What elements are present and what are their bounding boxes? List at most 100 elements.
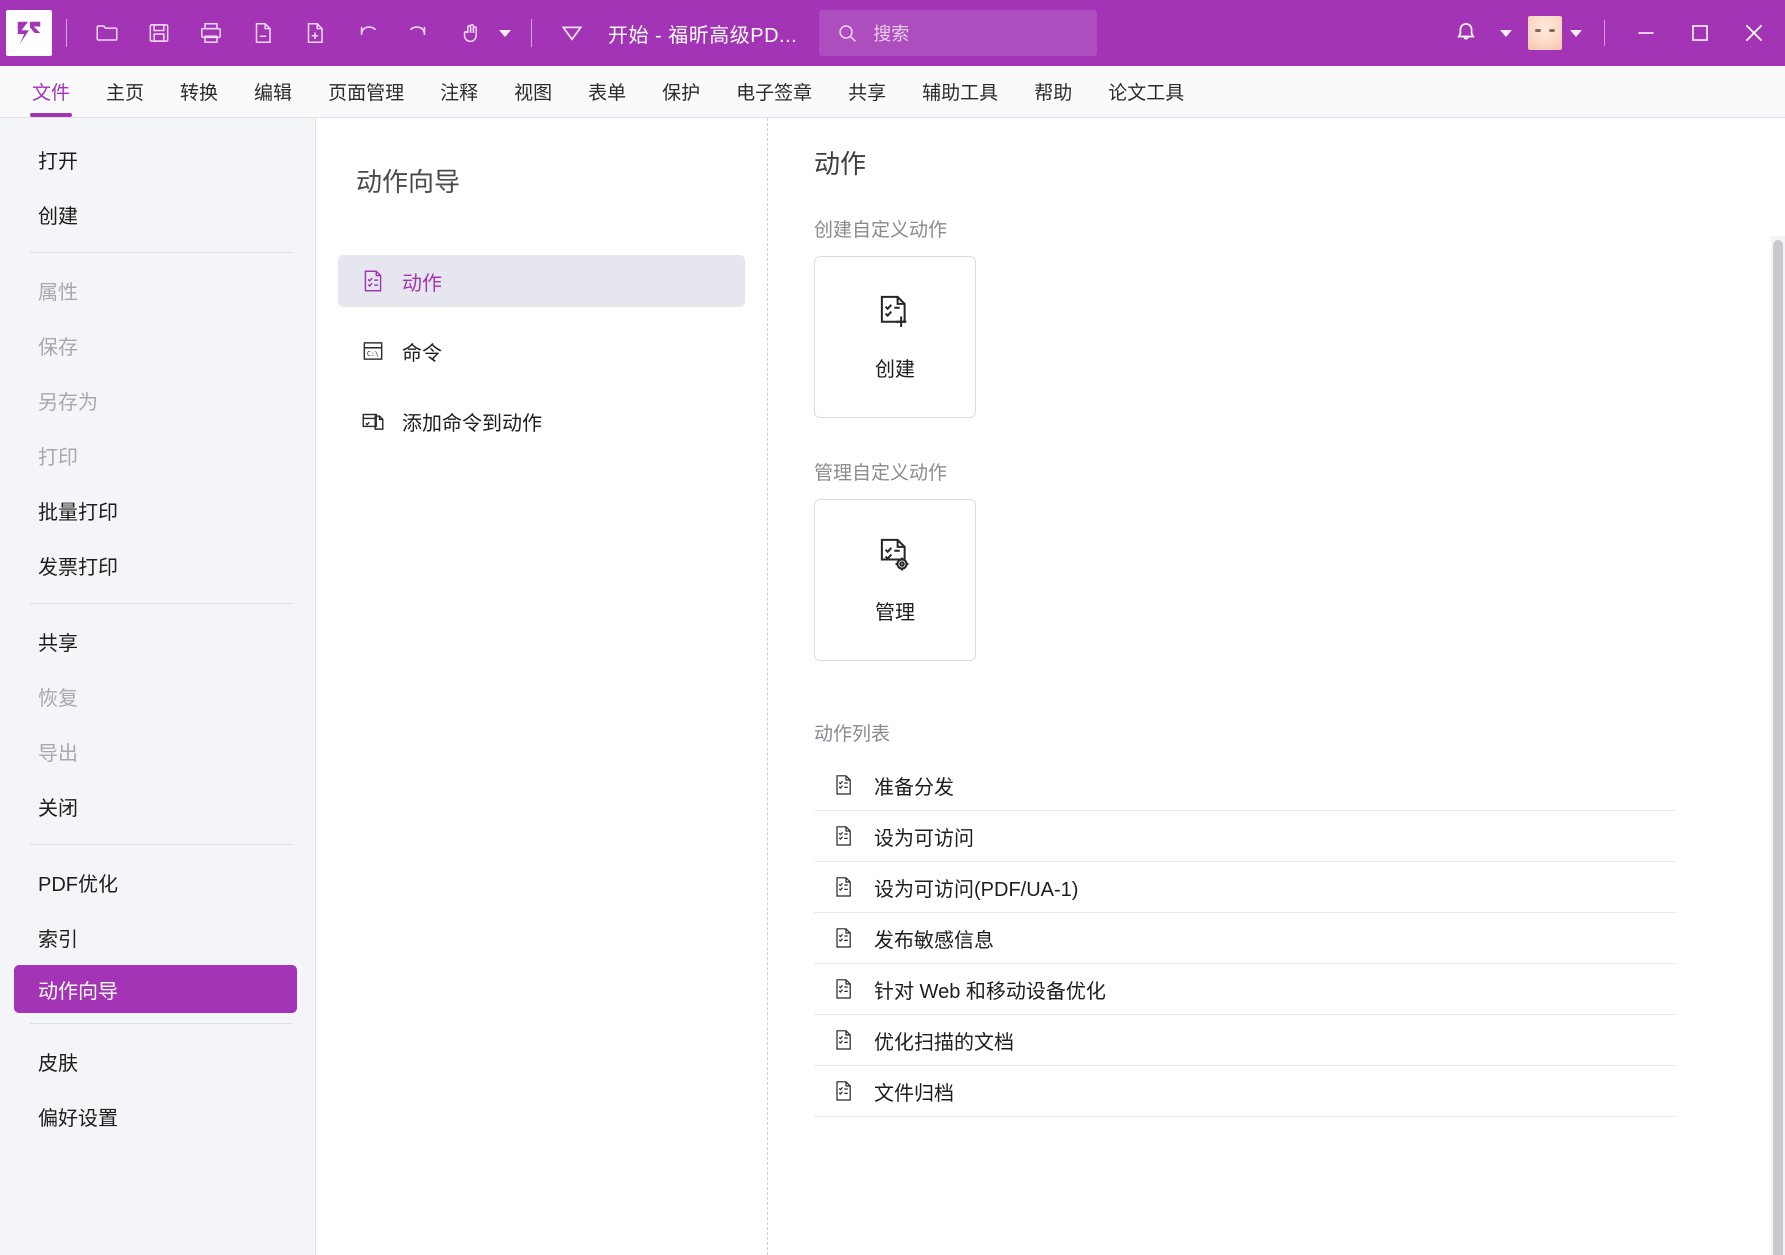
new-from-file-icon[interactable]: [240, 10, 286, 56]
tab-help[interactable]: 帮助: [1016, 66, 1090, 117]
checklist-doc-icon: [832, 822, 856, 850]
open-file-icon[interactable]: [84, 10, 130, 56]
title-bar: 开始 - 福昕高级PD... 搜索: [0, 0, 1785, 66]
tab-home[interactable]: 主页: [88, 66, 162, 117]
add-command-icon: [360, 408, 386, 434]
action-wizard-menu: 动作 C:\ 命令: [316, 255, 767, 447]
list-item[interactable]: 针对 Web 和移动设备优化: [814, 964, 1676, 1015]
sidebar-item-batch-print[interactable]: 批量打印: [0, 483, 315, 538]
sidebar-item-export[interactable]: 导出: [0, 724, 315, 779]
tab-convert[interactable]: 转换: [162, 66, 236, 117]
tab-edit[interactable]: 编辑: [236, 66, 310, 117]
sidebar-item-properties[interactable]: 属性: [0, 263, 315, 318]
main-body: 打开 创建 属性 保存 另存为 打印 批量打印 发票打印 共享 恢复 导出 关闭…: [0, 118, 1785, 1255]
hand-tool-chevron-down-icon[interactable]: [499, 30, 511, 37]
tab-comment[interactable]: 注释: [422, 66, 496, 117]
redo-icon[interactable]: [396, 10, 442, 56]
search-input[interactable]: 搜索: [819, 10, 1097, 56]
checklist-doc-icon: [832, 975, 856, 1003]
sidebar-item-pdf-optimize[interactable]: PDF优化: [0, 855, 315, 910]
toolbar-divider-2: [531, 19, 532, 47]
midpanel-item-add-command[interactable]: 添加命令到动作: [338, 395, 745, 447]
list-item[interactable]: 发布敏感信息: [814, 913, 1676, 964]
sidebar-item-print[interactable]: 打印: [0, 428, 315, 483]
customize-toolbar-chevron-icon[interactable]: [549, 10, 595, 56]
tab-accessibility[interactable]: 辅助工具: [904, 66, 1016, 117]
account-chevron-down-icon[interactable]: [1570, 30, 1582, 37]
search-icon: [835, 21, 859, 45]
ribbon-tab-bar: 文件 主页 转换 编辑 页面管理 注释 视图 表单 保护 电子签章 共享 辅助工…: [0, 66, 1785, 118]
sidebar-item-save[interactable]: 保存: [0, 318, 315, 373]
sidebar-item-invoice-print[interactable]: 发票打印: [0, 538, 315, 593]
bell-icon[interactable]: [1443, 10, 1489, 56]
close-button[interactable]: [1727, 0, 1781, 66]
vertical-scrollbar[interactable]: [1771, 236, 1785, 1255]
midpanel-item-command[interactable]: C:\ 命令: [338, 325, 745, 377]
tab-file[interactable]: 文件: [14, 66, 88, 117]
tab-paper-tools[interactable]: 论文工具: [1090, 66, 1202, 117]
midpanel-item-action[interactable]: 动作: [338, 255, 745, 307]
create-action-label: 创建: [875, 353, 915, 382]
checklist-doc-icon: [360, 268, 386, 294]
create-action-button[interactable]: 创建: [814, 256, 976, 418]
maximize-button[interactable]: [1673, 0, 1727, 66]
sidebar-item-skin[interactable]: 皮肤: [0, 1034, 315, 1089]
checklist-doc-icon: [832, 1026, 856, 1054]
list-item-label: 优化扫描的文档: [874, 1026, 1014, 1055]
checklist-doc-plus-icon: [874, 292, 916, 339]
tab-view[interactable]: 视图: [496, 66, 570, 117]
document-title: 开始 - 福昕高级PD...: [608, 19, 797, 48]
list-item-label: 针对 Web 和移动设备优化: [874, 975, 1106, 1004]
tab-page-management[interactable]: 页面管理: [310, 66, 422, 117]
sidebar-item-save-as[interactable]: 另存为: [0, 373, 315, 428]
action-wizard-panel: 动作向导 动作: [316, 118, 768, 1255]
list-item-label: 准备分发: [874, 771, 954, 800]
list-item-label: 设为可访问(PDF/UA-1): [874, 873, 1078, 902]
sidebar-item-preferences[interactable]: 偏好设置: [0, 1089, 315, 1144]
window-controls-divider: [1604, 20, 1605, 46]
list-item-label: 文件归档: [874, 1077, 954, 1106]
sidebar-item-create[interactable]: 创建: [0, 187, 315, 242]
checklist-doc-icon: [832, 873, 856, 901]
list-item-label: 设为可访问: [874, 822, 974, 851]
sidebar-item-open[interactable]: 打开: [0, 132, 315, 187]
minimize-button[interactable]: [1619, 0, 1673, 66]
panel-title: 动作向导: [316, 140, 767, 199]
action-list-label: 动作列表: [814, 719, 1785, 746]
list-item[interactable]: 准备分发: [814, 760, 1676, 811]
sidebar-item-restore[interactable]: 恢复: [0, 669, 315, 724]
manage-section-label: 管理自定义动作: [814, 458, 1785, 485]
action-list: 准备分发 设为可访问: [814, 760, 1676, 1117]
sidebar-item-action-wizard[interactable]: 动作向导: [14, 965, 297, 1013]
tab-form[interactable]: 表单: [570, 66, 644, 117]
search-placeholder: 搜索: [873, 20, 909, 46]
list-item[interactable]: 优化扫描的文档: [814, 1015, 1676, 1066]
hand-tool-icon[interactable]: [448, 10, 494, 56]
notification-chevron-down-icon[interactable]: [1500, 30, 1512, 37]
print-icon[interactable]: [188, 10, 234, 56]
foxit-logo-icon[interactable]: [6, 10, 52, 56]
create-pdf-icon[interactable]: [292, 10, 338, 56]
list-item[interactable]: 设为可访问(PDF/UA-1): [814, 862, 1676, 913]
toolbar-divider-1: [66, 19, 67, 47]
list-item[interactable]: 设为可访问: [814, 811, 1676, 862]
sidebar-item-close[interactable]: 关闭: [0, 779, 315, 834]
tab-protect[interactable]: 保护: [644, 66, 718, 117]
list-item[interactable]: 文件归档: [814, 1066, 1676, 1117]
midpanel-item-label: 添加命令到动作: [402, 407, 542, 436]
spacer-1: [814, 418, 1785, 458]
tab-esign[interactable]: 电子签章: [718, 66, 830, 117]
manage-action-button[interactable]: 管理: [814, 499, 976, 661]
save-icon[interactable]: [136, 10, 182, 56]
checklist-doc-icon: [832, 1077, 856, 1105]
sidebar-item-share[interactable]: 共享: [0, 614, 315, 669]
sidebar-item-index[interactable]: 索引: [0, 910, 315, 965]
list-item-label: 发布敏感信息: [874, 924, 994, 953]
sidebar-divider-4: [30, 1023, 293, 1024]
tab-share[interactable]: 共享: [830, 66, 904, 117]
spacer-2: [814, 661, 1785, 719]
undo-icon[interactable]: [344, 10, 390, 56]
scrollbar-thumb[interactable]: [1773, 240, 1783, 1255]
titlebar-right-controls: [1440, 0, 1785, 66]
avatar[interactable]: [1528, 16, 1562, 50]
